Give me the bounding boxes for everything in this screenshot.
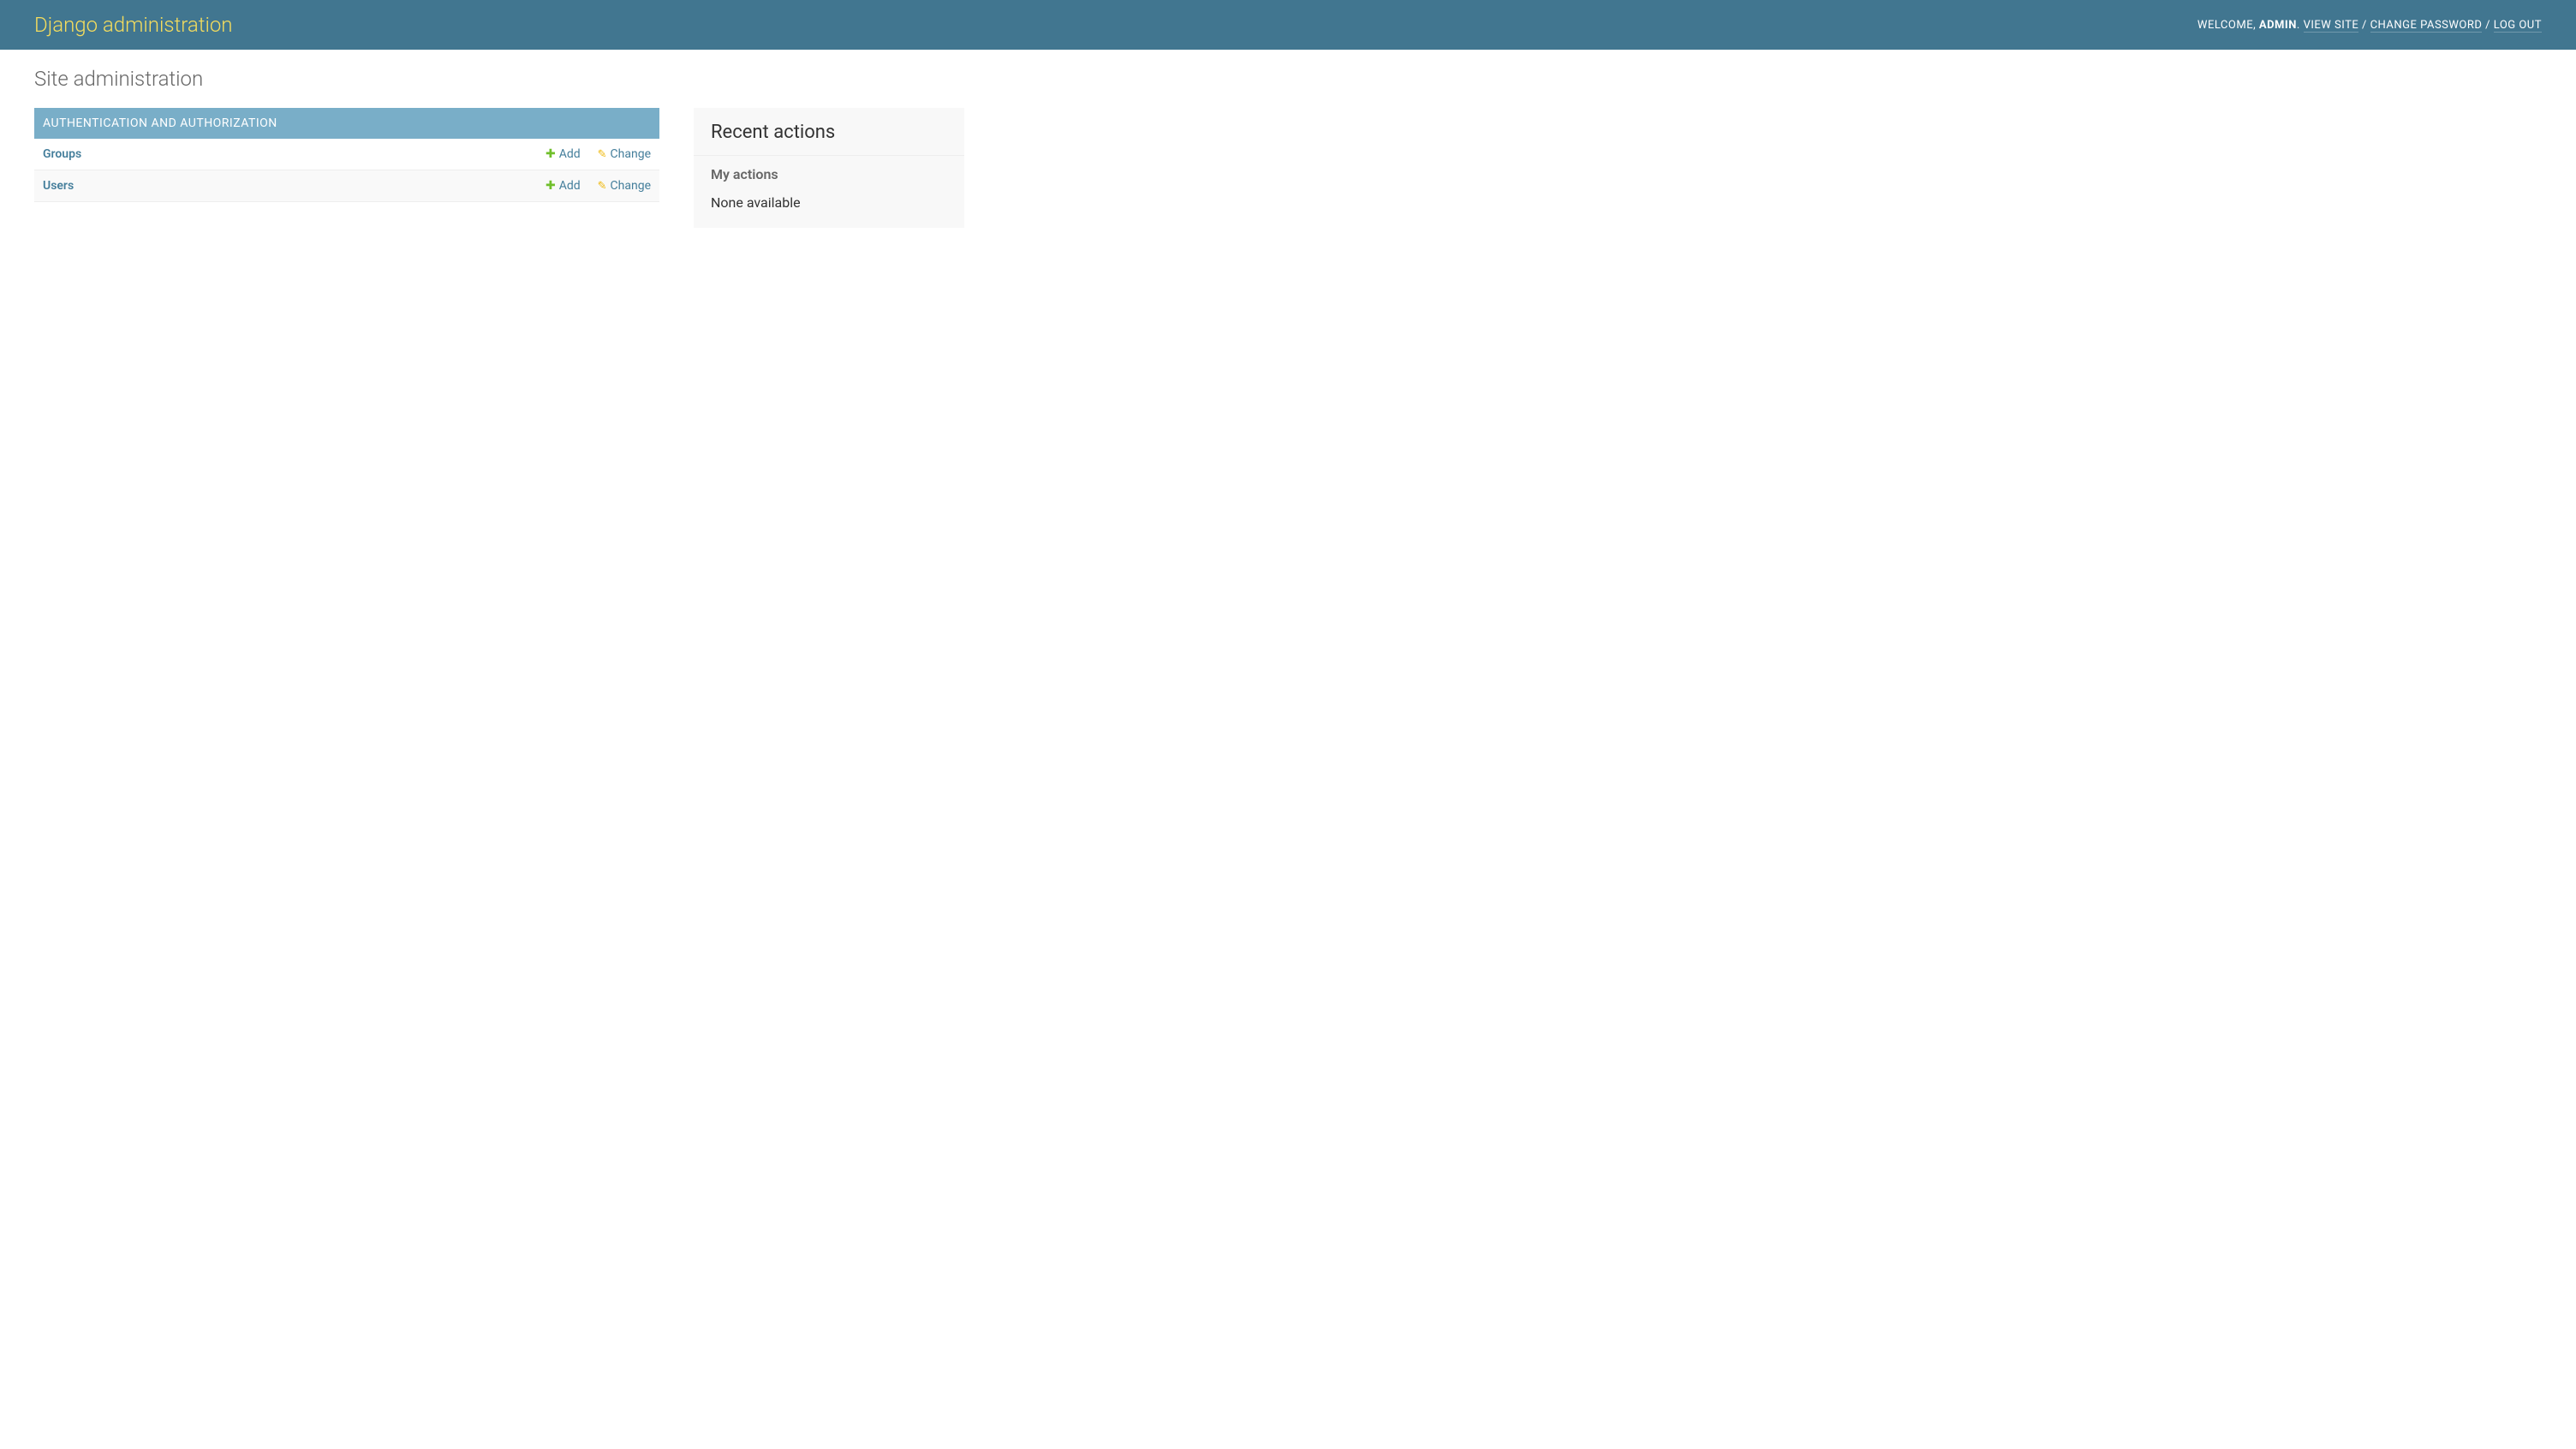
add-label: Add <box>559 179 581 193</box>
app-caption-link[interactable]: Authentication and Authorization <box>43 116 277 130</box>
model-name-cell: Users <box>34 170 537 202</box>
change-users-link[interactable]: ✎ Change <box>598 179 651 193</box>
welcome-text: Welcome, <box>2197 19 2259 32</box>
branding: Django administration <box>34 13 233 37</box>
model-add-cell: ✚Add <box>537 139 589 170</box>
view-site-link[interactable]: View site <box>2304 19 2359 33</box>
add-label: Add <box>559 147 581 161</box>
separator: / <box>2358 19 2370 32</box>
change-groups-link[interactable]: ✎ Change <box>598 147 651 161</box>
username: admin <box>2259 19 2297 32</box>
separator: . <box>2297 19 2304 32</box>
recent-actions-subtitle: My actions <box>694 156 964 189</box>
page-title: Site administration <box>34 67 2542 91</box>
header: Django administration Welcome, admin. Vi… <box>0 0 2576 50</box>
model-name-cell: Groups <box>34 139 537 170</box>
site-title-link[interactable]: Django administration <box>34 13 233 37</box>
recent-actions-title: Recent actions <box>694 108 964 156</box>
model-change-cell: ✎ Change <box>589 170 659 202</box>
model-change-cell: ✎ Change <box>589 139 659 170</box>
site-title: Django administration <box>34 13 233 37</box>
content: Site administration Authentication and A… <box>0 50 2576 262</box>
add-users-link[interactable]: ✚Add <box>546 179 581 193</box>
user-tools: Welcome, admin. View site / Change passw… <box>2197 19 2542 32</box>
separator: / <box>2482 19 2493 32</box>
content-related: Recent actions My actions None available <box>694 108 964 245</box>
add-groups-link[interactable]: ✚Add <box>546 147 581 161</box>
model-row-users: Users ✚Add ✎ Change <box>34 170 659 202</box>
model-add-cell: ✚Add <box>537 170 589 202</box>
app-table: Authentication and Authorization Groups … <box>34 108 659 202</box>
recent-actions-empty: None available <box>694 189 964 228</box>
model-users-link[interactable]: Users <box>43 179 74 193</box>
change-password-link[interactable]: Change password <box>2370 19 2483 33</box>
change-label: Change <box>611 179 651 193</box>
change-label: Change <box>611 147 651 161</box>
plus-icon: ✚ <box>546 147 556 161</box>
recent-actions-module: Recent actions My actions None available <box>694 108 964 228</box>
model-row-groups: Groups ✚Add ✎ Change <box>34 139 659 170</box>
content-main: Authentication and Authorization Groups … <box>34 108 659 245</box>
app-caption: Authentication and Authorization <box>34 108 659 139</box>
pencil-icon: ✎ <box>598 180 607 193</box>
plus-icon: ✚ <box>546 179 556 193</box>
dashboard: Authentication and Authorization Groups … <box>34 108 2542 245</box>
model-groups-link[interactable]: Groups <box>43 147 81 161</box>
logout-link[interactable]: Log out <box>2494 19 2542 33</box>
app-module-auth: Authentication and Authorization Groups … <box>34 108 659 202</box>
pencil-icon: ✎ <box>598 148 607 161</box>
